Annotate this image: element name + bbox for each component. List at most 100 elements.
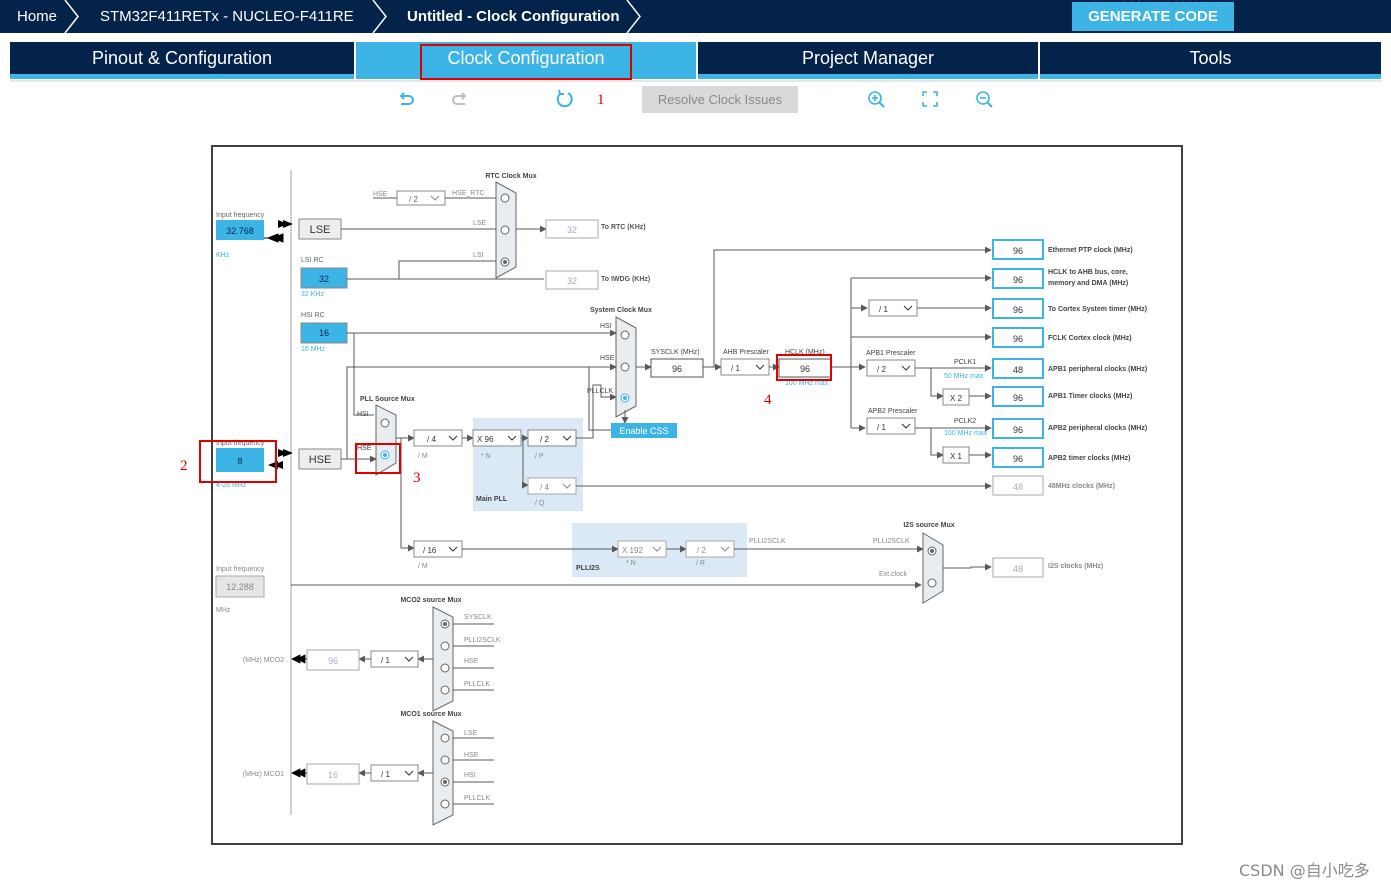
plli2sclk-label: PLLI2SCLK bbox=[749, 538, 786, 545]
tab-tools[interactable]: Tools bbox=[1040, 42, 1381, 79]
mco1-radio-pllclk[interactable] bbox=[440, 799, 450, 809]
lse-input-value: 32.768 bbox=[226, 226, 254, 236]
system-clock-mux-title: System Clock Mux bbox=[590, 307, 652, 314]
sysmux-hse-label: HSE bbox=[600, 355, 615, 362]
mco2-input-2: HSE bbox=[464, 658, 479, 665]
plli2s-n-value: X 192 bbox=[622, 546, 643, 555]
radio-selected-dot bbox=[623, 396, 627, 400]
hse-unit: 4-26 MHz bbox=[216, 482, 247, 489]
lse-unit: KHz bbox=[216, 252, 230, 259]
tab-pinout-configuration[interactable]: Pinout & Configuration bbox=[10, 42, 354, 79]
pll-q-value: / 4 bbox=[540, 483, 549, 492]
annotation-number: 1 bbox=[597, 92, 605, 108]
lse-block-label: LSE bbox=[310, 224, 331, 236]
radio-selected-dot bbox=[930, 549, 934, 553]
hsi-label: HSI RC bbox=[301, 312, 325, 319]
rtc-hse-divider[interactable] bbox=[396, 190, 446, 206]
output-value: 96 bbox=[1013, 393, 1023, 403]
mco2-divider-value: / 1 bbox=[381, 656, 390, 665]
rtc-output-value: 32 bbox=[567, 225, 577, 235]
breadcrumb-mcu[interactable]: STM32F411RETx - NUCLEO-F411RE bbox=[100, 0, 354, 33]
rtc-mux-title: RTC Clock Mux bbox=[485, 173, 536, 180]
pll-hse-label: HSE bbox=[357, 445, 372, 452]
output-value: 96 bbox=[1013, 246, 1023, 256]
top-bar: Home STM32F411RETx - NUCLEO-F411RE Untit… bbox=[0, 0, 1391, 33]
rtc-output-label: To RTC (KHz) bbox=[601, 224, 646, 231]
pll-source-radio-hsi[interactable] bbox=[380, 418, 390, 428]
sysmux-radio-hse[interactable] bbox=[620, 362, 630, 372]
main-tabs: Pinout & Configuration Clock Configurati… bbox=[10, 42, 1381, 79]
main-pll-label: Main PLL bbox=[476, 496, 508, 503]
zoom-out-icon[interactable] bbox=[973, 88, 995, 110]
rtc-lse-label: LSE bbox=[473, 220, 487, 227]
fit-to-window-icon[interactable] bbox=[919, 88, 941, 110]
i2s-mux-input2: Ext.clock bbox=[879, 571, 908, 578]
pll-source-mux bbox=[375, 404, 397, 476]
pll-m-label: / M bbox=[418, 453, 428, 460]
output-label: To Cortex System timer (MHz) bbox=[1048, 306, 1147, 313]
toolbar-divider bbox=[10, 80, 1381, 82]
pll-q-label: / Q bbox=[535, 500, 545, 507]
plli2s-label: PLLI2S bbox=[576, 565, 600, 572]
output-value: 48 bbox=[1013, 482, 1023, 492]
redo-icon[interactable] bbox=[449, 88, 471, 110]
pll-n-label: * N bbox=[481, 453, 491, 460]
lse-input-label: Input frequency bbox=[216, 212, 265, 219]
sysmux-radio-hsi[interactable] bbox=[620, 330, 630, 340]
tab-project-manager[interactable]: Project Manager bbox=[698, 42, 1038, 79]
apb2-max: 100 MHz max bbox=[944, 430, 988, 437]
apb2-prescaler-value: / 1 bbox=[877, 423, 886, 432]
i2s-mux-radio-ext[interactable] bbox=[927, 578, 937, 588]
rtc-lsi-label: LSI bbox=[473, 252, 484, 259]
apb1-timer-mul-value: X 2 bbox=[950, 394, 963, 403]
breadcrumb-project[interactable]: Untitled - Clock Configuration bbox=[407, 0, 619, 33]
undo-icon[interactable] bbox=[395, 88, 417, 110]
mco1-mux-title: MCO1 source Mux bbox=[400, 711, 461, 718]
i2s-source-mux bbox=[922, 532, 944, 604]
tab-clock-configuration[interactable]: Clock Configuration bbox=[356, 42, 696, 79]
output-label-line2: memory and DMA (MHz) bbox=[1048, 280, 1128, 287]
annotation-number: 3 bbox=[413, 470, 421, 486]
pclk2-label: PCLK2 bbox=[954, 418, 976, 425]
mco1-output-value: 16 bbox=[328, 770, 338, 780]
rtc-mux-radio-hse[interactable] bbox=[500, 193, 510, 203]
pclk1-label: PCLK1 bbox=[954, 359, 976, 366]
breadcrumb-home[interactable]: Home bbox=[17, 0, 57, 33]
mco1-input-1: HSE bbox=[464, 752, 479, 759]
mco2-mux-title: MCO2 source Mux bbox=[400, 597, 461, 604]
radio-selected-dot bbox=[503, 260, 507, 264]
ahb-prescaler-label: AHB Prescaler bbox=[723, 349, 770, 356]
apb1-prescaler-value: / 2 bbox=[877, 365, 886, 374]
enable-css-label: Enable CSS bbox=[619, 426, 668, 436]
refresh-icon[interactable] bbox=[553, 88, 575, 110]
hclk-label: HCLK (MHz) bbox=[785, 349, 825, 356]
mco2-radio-plli2sclk[interactable] bbox=[440, 641, 450, 651]
rtc-mux-radio-lse[interactable] bbox=[500, 225, 510, 235]
hclk-max: 100 MHz max bbox=[785, 380, 829, 387]
watermark-text: CSDN @自小吃多 bbox=[1239, 861, 1370, 880]
i2s-mux-input1: PLLI2SCLK bbox=[873, 538, 910, 545]
mco1-radio-lse[interactable] bbox=[440, 733, 450, 743]
rtc-hse-label: HSE bbox=[373, 191, 388, 198]
output-label: APB2 timer clocks (MHz) bbox=[1048, 455, 1130, 462]
zoom-in-icon[interactable] bbox=[865, 88, 887, 110]
output-label: FCLK Cortex clock (MHz) bbox=[1048, 335, 1132, 342]
output-label: APB1 peripheral clocks (MHz) bbox=[1048, 366, 1147, 373]
output-label: Ethernet PTP clock (MHz) bbox=[1048, 247, 1133, 254]
resolve-clock-issues-button[interactable]: Resolve Clock Issues bbox=[642, 86, 798, 113]
lsi-label: LSI RC bbox=[301, 257, 324, 264]
i2s-output-value: 48 bbox=[1013, 564, 1023, 574]
generate-code-button[interactable]: GENERATE CODE bbox=[1072, 2, 1234, 31]
mco2-radio-hse[interactable] bbox=[440, 663, 450, 673]
hse-input-label: Input frequency bbox=[216, 440, 265, 447]
mco1-radio-hse[interactable] bbox=[440, 755, 450, 765]
apb1-prescaler-label: APB1 Prescaler bbox=[866, 350, 916, 357]
ext-input-value: 12.288 bbox=[226, 582, 254, 592]
ext-unit: MHz bbox=[216, 607, 231, 614]
pll-hsi-label: HSI bbox=[357, 411, 369, 418]
mco2-radio-pllclk[interactable] bbox=[440, 685, 450, 695]
mco2-label: (MHz) MCO2 bbox=[243, 657, 284, 664]
apb1-max: 50 MHz max bbox=[944, 373, 984, 380]
lsi-value: 32 bbox=[319, 274, 329, 284]
output-value: 96 bbox=[1013, 454, 1023, 464]
